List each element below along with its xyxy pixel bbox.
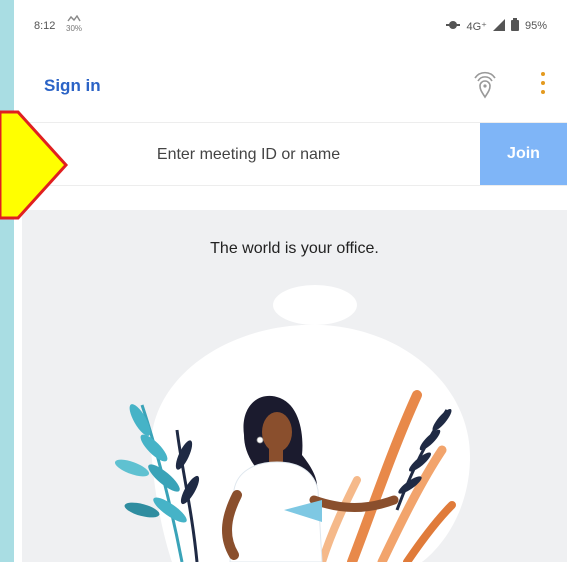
battery-icon	[510, 18, 519, 34]
meeting-id-input[interactable]	[14, 123, 483, 187]
proximity-share-icon[interactable]	[470, 66, 500, 102]
hero-card: The world is your office.	[22, 210, 567, 562]
more-vertical-icon[interactable]	[540, 72, 546, 98]
signal-icon	[492, 18, 505, 34]
join-meeting-row: Join	[14, 122, 567, 187]
status-icons: 4G⁺ 95%	[446, 18, 547, 34]
network-type: 4G⁺	[466, 20, 487, 33]
battery-percent: 95%	[524, 20, 547, 32]
app-screen: 8:12 30% 4G⁺ 95% Sign in Enter meeting I…	[14, 0, 567, 562]
hero-tagline: The world is your office.	[210, 240, 379, 257]
status-time: 8:12	[34, 20, 56, 32]
app-bar: Sign in	[14, 56, 567, 116]
data-saver-icon	[446, 19, 461, 34]
notification-icon: 30%	[66, 14, 83, 33]
notification-label: 30%	[66, 24, 83, 33]
status-bar: 8:12 30% 4G⁺ 95%	[14, 0, 567, 56]
sign-in-link[interactable]: Sign in	[44, 76, 101, 96]
woman-with-plants-illustration	[114, 285, 471, 562]
join-button[interactable]: Join	[480, 123, 567, 185]
annotation-arrow-icon	[0, 110, 69, 220]
